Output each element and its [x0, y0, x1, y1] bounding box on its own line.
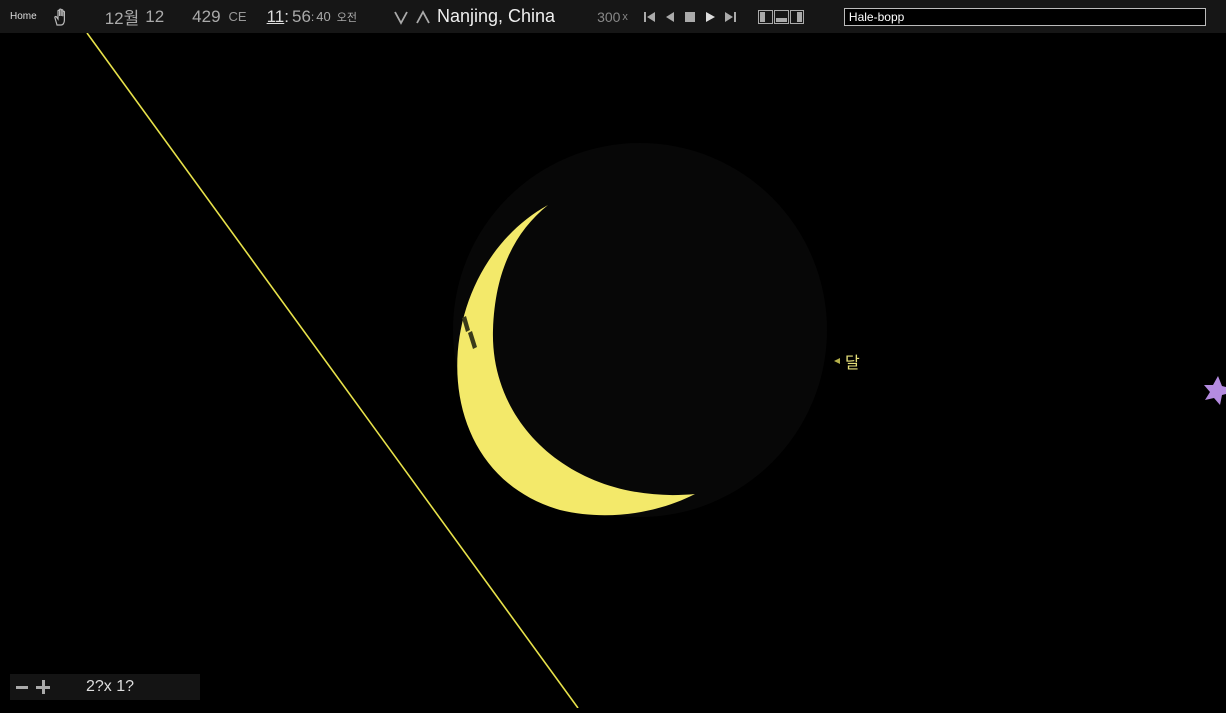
stop-icon[interactable]	[682, 9, 698, 25]
date-month[interactable]: 12월	[105, 4, 140, 29]
time-speed-unit: x	[622, 10, 628, 23]
time-menu-icon[interactable]	[367, 11, 385, 23]
zoom-out-icon[interactable]	[16, 685, 28, 689]
play-icon[interactable]	[702, 9, 718, 25]
moon-name[interactable]: 달	[845, 349, 860, 373]
zoom-controls: 2?x 1?	[10, 674, 200, 700]
star-marker-icon[interactable]	[1204, 376, 1226, 405]
sky-canvas	[86, 32, 1226, 709]
time-separator: :	[284, 6, 289, 26]
chevron-up-icon[interactable]	[415, 9, 431, 25]
main-menu-icon[interactable]	[816, 11, 834, 23]
search-input[interactable]	[843, 7, 1206, 26]
zoom-in-icon[interactable]	[36, 680, 50, 694]
chevron-down-icon[interactable]	[393, 9, 409, 25]
label-pointer-icon	[834, 358, 840, 364]
playback-controls	[642, 9, 738, 25]
date-day[interactable]: 12	[145, 7, 164, 27]
time-second[interactable]: 40	[316, 9, 330, 24]
time-minute[interactable]: 56	[292, 7, 311, 27]
home-button[interactable]: Home	[4, 0, 43, 33]
time-hour[interactable]: 11	[267, 7, 285, 27]
sky-view[interactable]: 달	[0, 32, 1226, 709]
date-year[interactable]: 429	[192, 7, 220, 27]
step-back-icon[interactable]	[662, 9, 678, 25]
moon-label[interactable]: 달	[834, 349, 860, 373]
skip-forward-icon[interactable]	[722, 9, 738, 25]
date-menu-icon[interactable]	[81, 11, 99, 23]
zoom-menu-icon[interactable]	[58, 681, 76, 693]
location-label[interactable]: Nanjing, China	[437, 6, 555, 27]
speed-menu-icon[interactable]	[573, 11, 591, 23]
skip-back-icon[interactable]	[642, 9, 658, 25]
time-speed[interactable]: 300	[597, 9, 620, 25]
time-separator: :	[310, 9, 315, 24]
hand-icon[interactable]	[51, 7, 71, 27]
top-toolbar: Home 12월 12 429 CE 11 : 56 : 40 오전 Nanji…	[0, 0, 1226, 33]
layout-icon[interactable]	[757, 9, 804, 24]
date-era[interactable]: CE	[229, 9, 247, 24]
time-ampm[interactable]: 오전	[337, 9, 357, 25]
field-of-view: 2?x 1?	[86, 678, 135, 695]
